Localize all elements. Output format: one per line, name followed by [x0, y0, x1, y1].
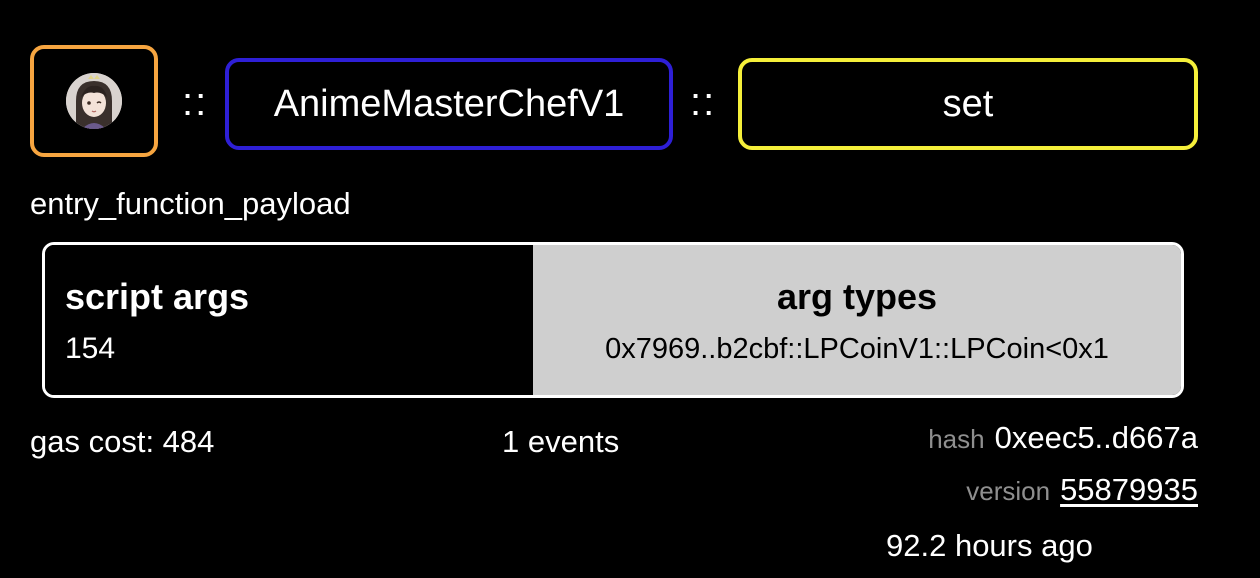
args-table: script args 154 arg types 0x7969..b2cbf:… [42, 242, 1184, 398]
gas-cost: gas cost: 484 [30, 424, 215, 459]
function-name-box[interactable]: set [738, 58, 1198, 150]
events-count[interactable]: 1 events [502, 422, 619, 462]
payload-type: entry_function_payload [30, 186, 351, 221]
script-args-heading: script args [65, 276, 250, 317]
function-name: set [942, 82, 994, 125]
hash-label: hash [928, 424, 985, 454]
version-link[interactable]: 55879935 [1060, 472, 1198, 507]
arg-types-value: 0x7969..b2cbf::LPCoinV1::LPCoin<0x1 [605, 333, 1109, 365]
arg-types-heading: arg types [776, 276, 938, 317]
hash-row: hash 0xeec5..d667a [928, 420, 1198, 456]
version-row: version 55879935 [966, 472, 1198, 508]
module-name: AnimeMasterChefV1 [273, 82, 625, 125]
hash-value: 0xeec5..d667a [994, 420, 1198, 455]
arg-types-column: arg types 0x7969..b2cbf::LPCoinV1::LPCoi… [533, 245, 1181, 395]
separator-2: :: [690, 80, 717, 124]
time-ago: 92.2 hours ago [886, 528, 1093, 563]
module-name-box[interactable]: AnimeMasterChefV1 [225, 58, 673, 150]
separator-1: :: [182, 80, 209, 124]
script-args-column: script args 154 [45, 245, 533, 395]
anime-avatar-icon [66, 73, 122, 129]
version-label: version [966, 476, 1051, 506]
sender-avatar-box[interactable] [30, 45, 158, 157]
script-args-value: 154 [65, 332, 116, 365]
